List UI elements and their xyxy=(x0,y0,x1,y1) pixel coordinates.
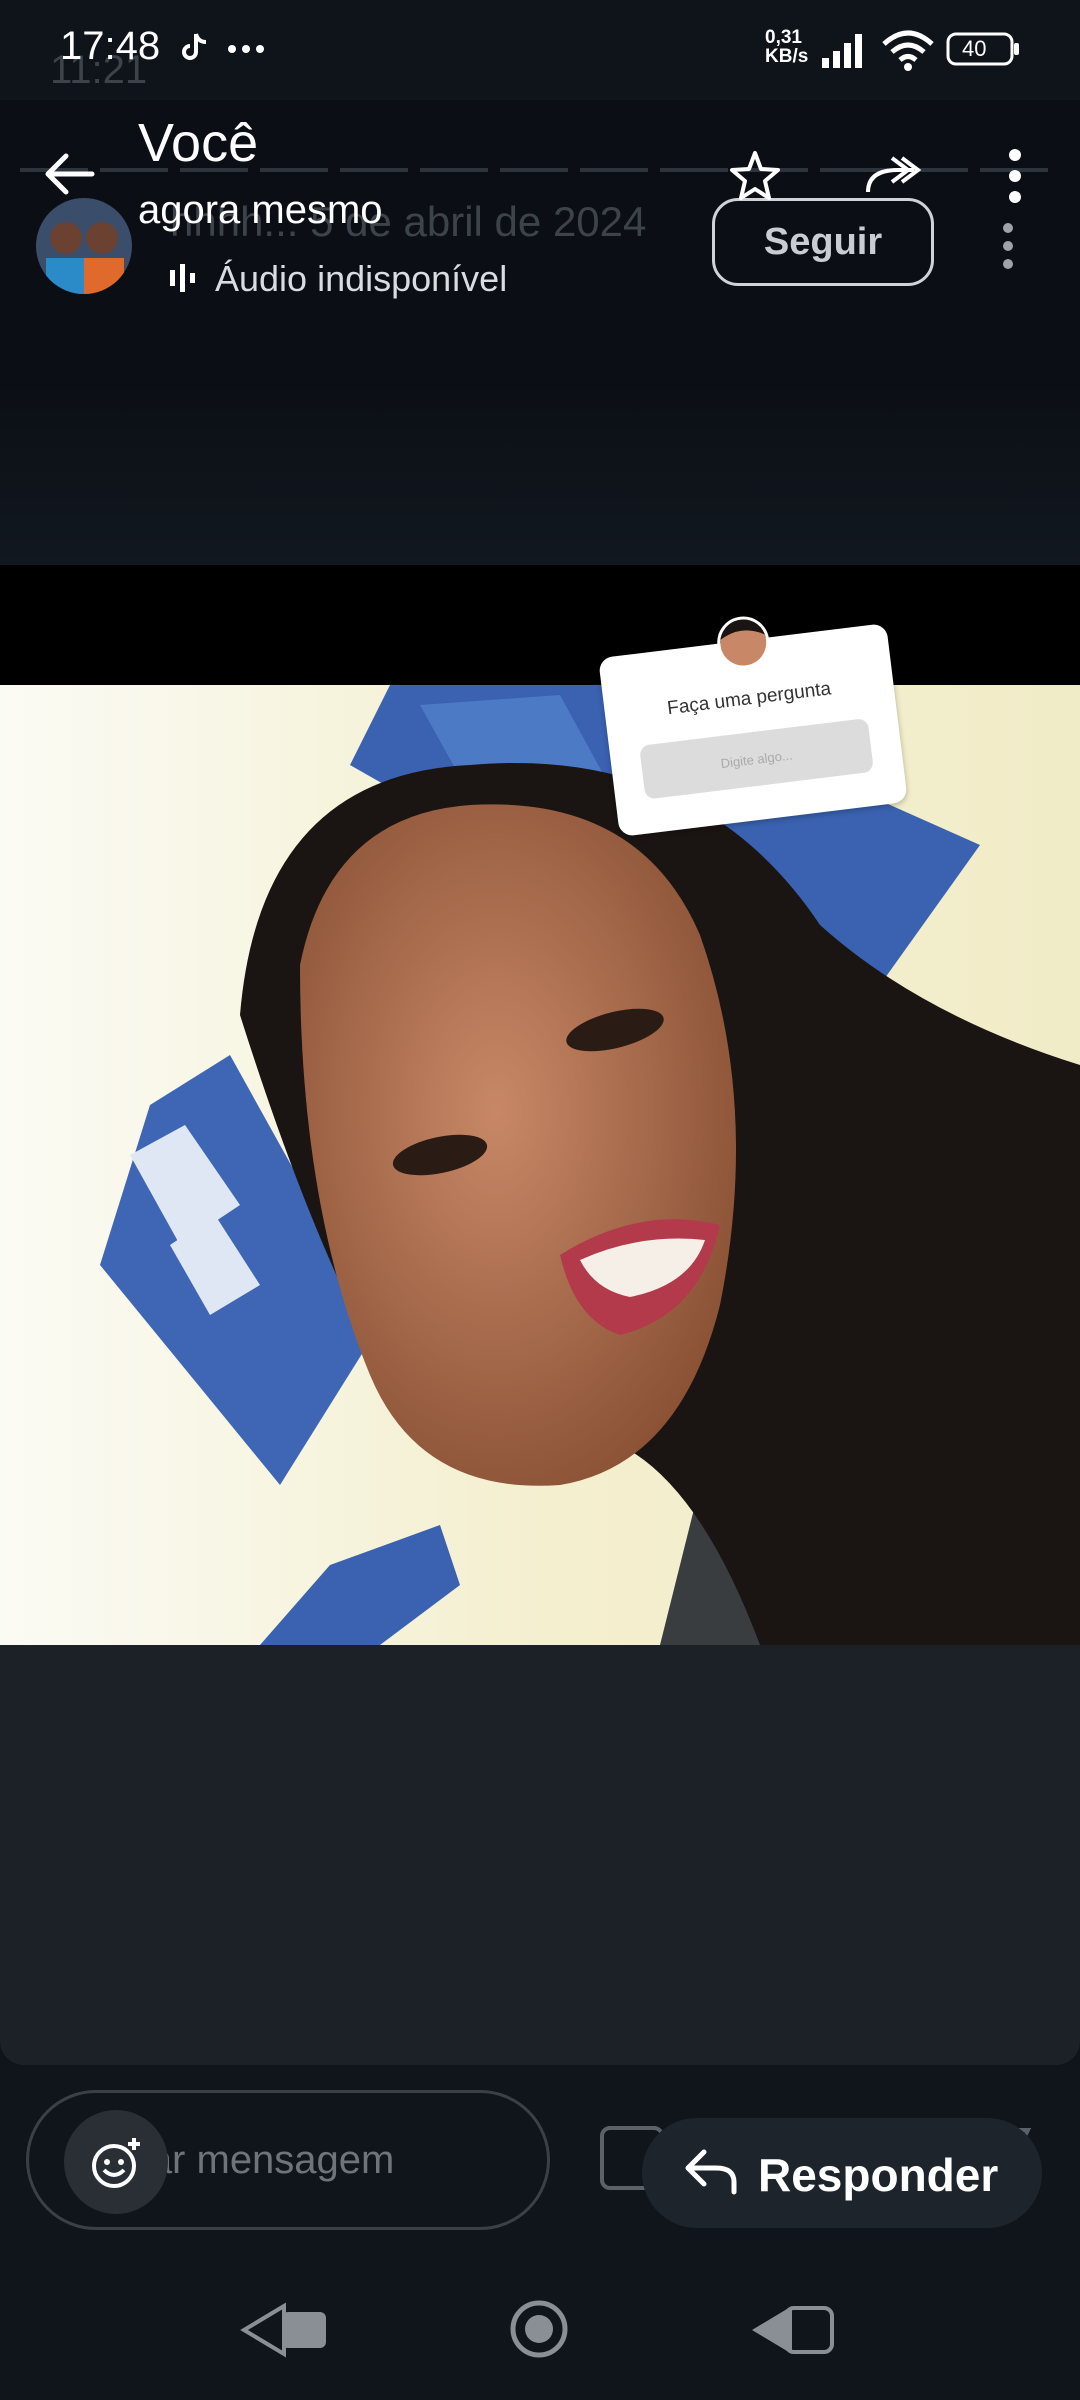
battery-level: 40 xyxy=(962,36,987,61)
status-time: 17:48 xyxy=(60,24,161,68)
more-dots-icon xyxy=(228,44,264,54)
timestamp-label: agora mesmo xyxy=(138,188,383,232)
network-speed-value: 0,31 xyxy=(765,27,802,48)
emoji-button[interactable] xyxy=(64,2110,168,2214)
nav-recents-icon[interactable] xyxy=(748,2300,838,2360)
sticker-input[interactable]: Digite algo... xyxy=(639,717,874,800)
ghost-kebab-icon xyxy=(1002,222,1014,270)
back-arrow-icon[interactable] xyxy=(40,150,96,198)
star-icon[interactable] xyxy=(728,150,782,202)
network-speed-unit: KB/s xyxy=(765,46,809,67)
avatar[interactable] xyxy=(36,198,132,294)
photo-letterbox xyxy=(0,565,1080,685)
audio-status: Áudio indisponível xyxy=(215,258,508,299)
story-photo xyxy=(0,685,1080,1645)
nav-home-icon[interactable] xyxy=(508,2298,570,2360)
signal-icon xyxy=(820,32,868,70)
page-title: Você xyxy=(138,113,259,173)
tiktok-icon xyxy=(178,30,212,66)
question-sticker[interactable]: Faça uma pergunta Digite algo... xyxy=(598,613,908,838)
emoji-icon xyxy=(90,2136,144,2190)
forward-icon[interactable] xyxy=(862,150,926,198)
follow-button[interactable]: Seguir xyxy=(712,198,934,286)
audio-bars-icon xyxy=(168,262,200,294)
kebab-menu-icon[interactable] xyxy=(1008,148,1022,204)
wifi-icon xyxy=(880,28,936,72)
reply-label[interactable]: Responder xyxy=(758,2148,998,2202)
status-bar: 11:21 17:48 0,31 KB/s 40 xyxy=(0,0,1080,100)
reply-arrow-icon[interactable] xyxy=(680,2148,740,2198)
nav-back-icon[interactable] xyxy=(240,2300,330,2360)
network-speed: 0,31 KB/s xyxy=(765,28,808,66)
lower-panel xyxy=(0,1645,1080,2065)
